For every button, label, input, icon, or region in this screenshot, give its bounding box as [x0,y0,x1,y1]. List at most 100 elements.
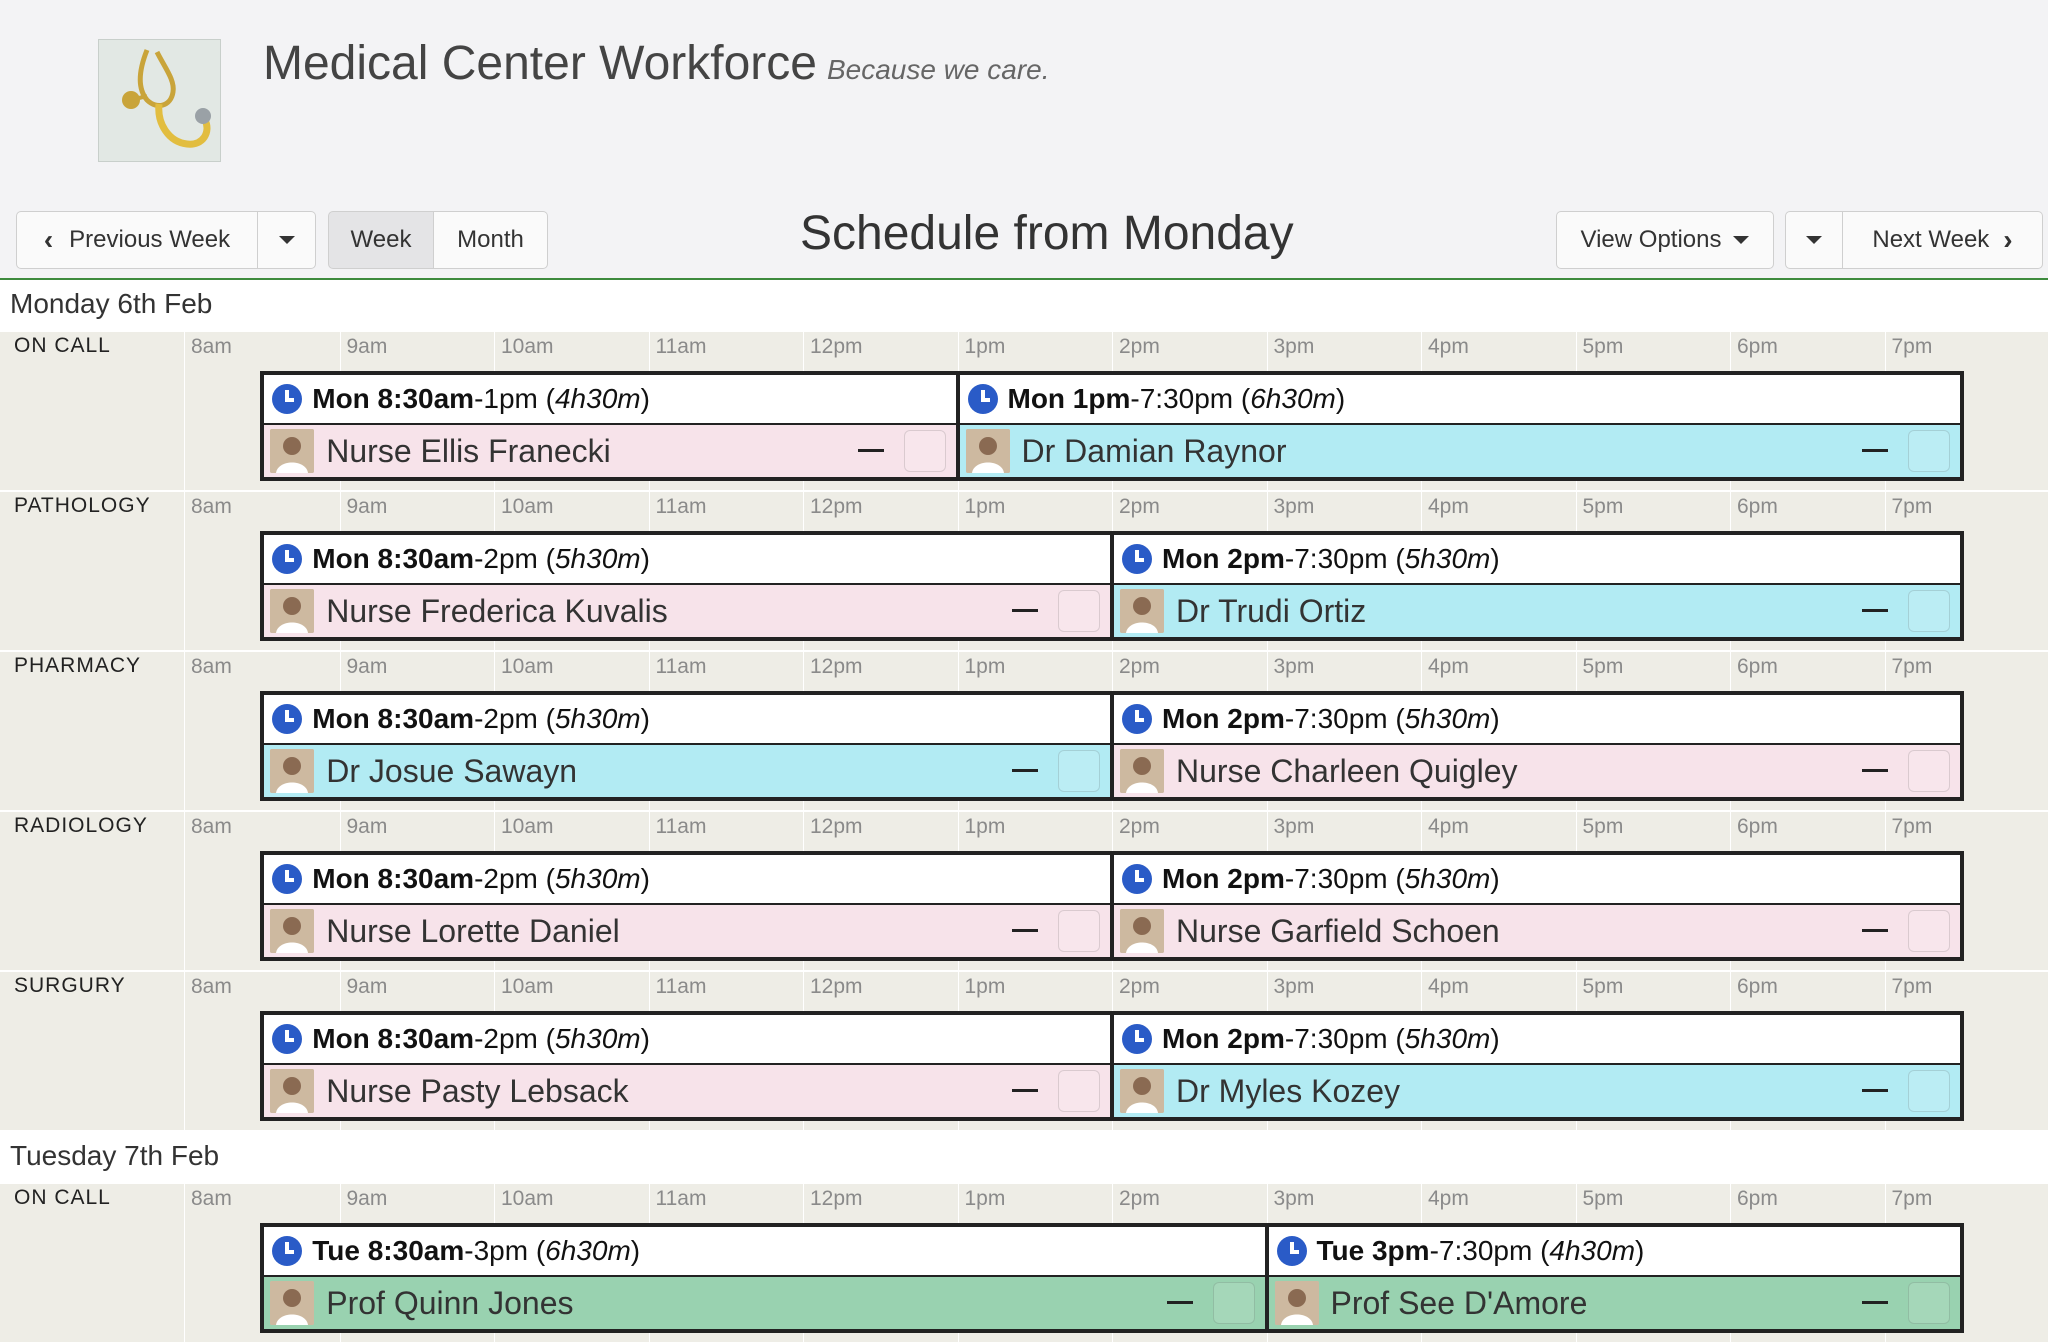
shift-assignee: Nurse Frederica Kuvalis [264,585,1110,637]
shift-card[interactable]: Tue 3pm -7:30pm (4h30m) Prof See D'Amore [1264,1223,1964,1333]
shift-start-time: Mon 2pm [1162,1023,1285,1054]
shift-card[interactable]: Mon 8:30am -1pm (4h30m) Nurse Ellis Franec… [260,371,960,481]
assign-checkbox[interactable] [1907,1070,1950,1112]
paren-close: ) [1335,383,1346,414]
view-options-button[interactable]: View Options [1556,211,1774,269]
remove-icon[interactable] [1861,1301,1888,1304]
hour-label: 6pm [1737,1187,1778,1210]
shift-duration: 4h30m [554,383,641,414]
shift-start-time: Mon 2pm [1162,703,1285,734]
department-label: SURGURY [14,974,126,997]
hour-label: 6pm [1737,495,1778,518]
avatar [1120,909,1164,953]
avatar [965,429,1010,473]
shift-assignee: Nurse Garfield Schoen [1114,905,1960,957]
hour-label: 7pm [1891,1187,1933,1210]
clock-icon [1276,1236,1307,1266]
hour-label: 9am [346,975,388,998]
assign-checkbox[interactable] [1058,1070,1100,1112]
hour-label: 5pm [1582,975,1624,998]
hour-label: 12pm [810,815,863,838]
assign-checkbox[interactable] [1058,750,1100,792]
hour-label: 12pm [810,975,863,998]
shift-card[interactable]: Tue 8:30am -3pm (6h30m) Prof Quinn Jones [260,1223,1269,1333]
clock-icon [272,544,303,574]
shift-card[interactable]: Mon 2pm -7:30pm (5h30m) Dr Myles Kozey [1110,1011,1964,1121]
shift-duration: 5h30m [1404,1023,1491,1054]
shift-card[interactable]: Mon 2pm -7:30pm (5h30m) Dr Trudi Ortiz [1110,531,1964,641]
assign-checkbox[interactable] [1907,590,1950,632]
hour-label: 4pm [1428,1187,1469,1210]
shift-dash: - [1284,1023,1295,1054]
week-view-label: Week [350,226,412,253]
remove-icon[interactable] [1861,1089,1888,1092]
remove-icon[interactable] [1861,929,1888,932]
caret-down-icon [1733,236,1750,244]
avatar [270,1069,315,1113]
remove-icon[interactable] [1012,929,1038,932]
month-view-button[interactable]: Month [434,211,548,269]
assign-checkbox[interactable] [1907,1282,1950,1324]
assign-checkbox[interactable] [903,430,946,472]
shift-card[interactable]: Mon 1pm -7:30pm (6h30m) Dr Damian Raynor [955,371,1964,481]
previous-week-button[interactable]: ‹ Previous Week [16,211,258,269]
next-week-dropdown[interactable] [1785,211,1843,269]
hour-label: 10am [501,815,554,838]
hour-label: 3pm [1273,495,1315,518]
remove-icon[interactable] [1861,769,1888,772]
shift-card[interactable]: Mon 8:30am -2pm (5h30m) Nurse Pasty Lebsac… [260,1011,1114,1121]
assign-checkbox[interactable] [1058,590,1100,632]
shift-card[interactable]: Mon 8:30am -2pm (5h30m) Dr Josue Sawayn [260,691,1114,801]
assign-checkbox[interactable] [1212,1282,1255,1324]
assign-checkbox[interactable] [1058,910,1100,952]
remove-icon[interactable] [1861,449,1888,452]
paren-close: ) [640,863,650,894]
assign-checkbox[interactable] [1907,750,1950,792]
shift-dash: - [474,383,484,414]
shift-end-time: 7:30pm [1294,1023,1388,1054]
paren-close: ) [1490,543,1500,574]
hour-label: 11am [655,335,707,358]
previous-week-dropdown[interactable] [258,211,316,269]
stethoscope-logo [98,39,221,162]
remove-icon[interactable] [1012,609,1038,612]
hour-label: 12pm [810,655,863,678]
week-view-button[interactable]: Week [328,211,434,269]
shift-card[interactable]: Mon 8:30am -2pm (5h30m) Nurse Frederica Ku… [260,531,1114,641]
shift-dash: - [1284,863,1295,894]
shift-start-time: Mon 1pm [1007,383,1131,414]
paren-close: ) [1490,863,1500,894]
next-week-button[interactable]: Next Week › [1843,211,2043,269]
shift-card[interactable]: Mon 2pm -7:30pm (5h30m) Nurse Charleen Qui… [1110,691,1964,801]
shift-end-time: 7:30pm [1294,703,1388,734]
hour-label: 6pm [1737,975,1778,998]
remove-icon[interactable] [1861,609,1888,612]
shift-time: Mon 2pm -7:30pm (5h30m) [1114,855,1960,905]
remove-icon[interactable] [857,449,884,452]
person-name: Nurse Lorette Daniel [326,912,620,949]
shift-assignee: Dr Josue Sawayn [264,745,1110,797]
paren-open: ( [1387,543,1405,574]
avatar [1120,589,1164,633]
hour-label: 12pm [810,335,863,358]
shift-start-time: Mon 2pm [1162,863,1285,894]
shift-time: Tue 3pm -7:30pm (4h30m) [1268,1227,1960,1277]
shift-dash: - [1429,1235,1439,1266]
shift-dash: - [474,703,484,734]
avatar [1274,1281,1319,1325]
department-label: ON CALL [14,1186,111,1209]
clock-icon [272,704,303,734]
paren-close: ) [1635,1235,1645,1266]
remove-icon[interactable] [1012,1089,1038,1092]
assign-checkbox[interactable] [1907,430,1950,472]
hour-label: 12pm [810,1187,863,1210]
shift-card[interactable]: Mon 8:30am -2pm (5h30m) Nurse Lorette Dani… [260,851,1114,961]
assign-checkbox[interactable] [1907,910,1950,952]
shift-start-time: Tue 3pm [1316,1235,1430,1266]
remove-icon[interactable] [1012,769,1038,772]
shift-card[interactable]: Mon 2pm -7:30pm (5h30m) Nurse Garfield Sch… [1110,851,1964,961]
person-name: Prof See D'Amore [1330,1284,1588,1321]
remove-icon[interactable] [1166,1301,1193,1304]
hour-label: 6pm [1737,335,1778,358]
shift-end-time: 7:30pm [1294,543,1388,574]
